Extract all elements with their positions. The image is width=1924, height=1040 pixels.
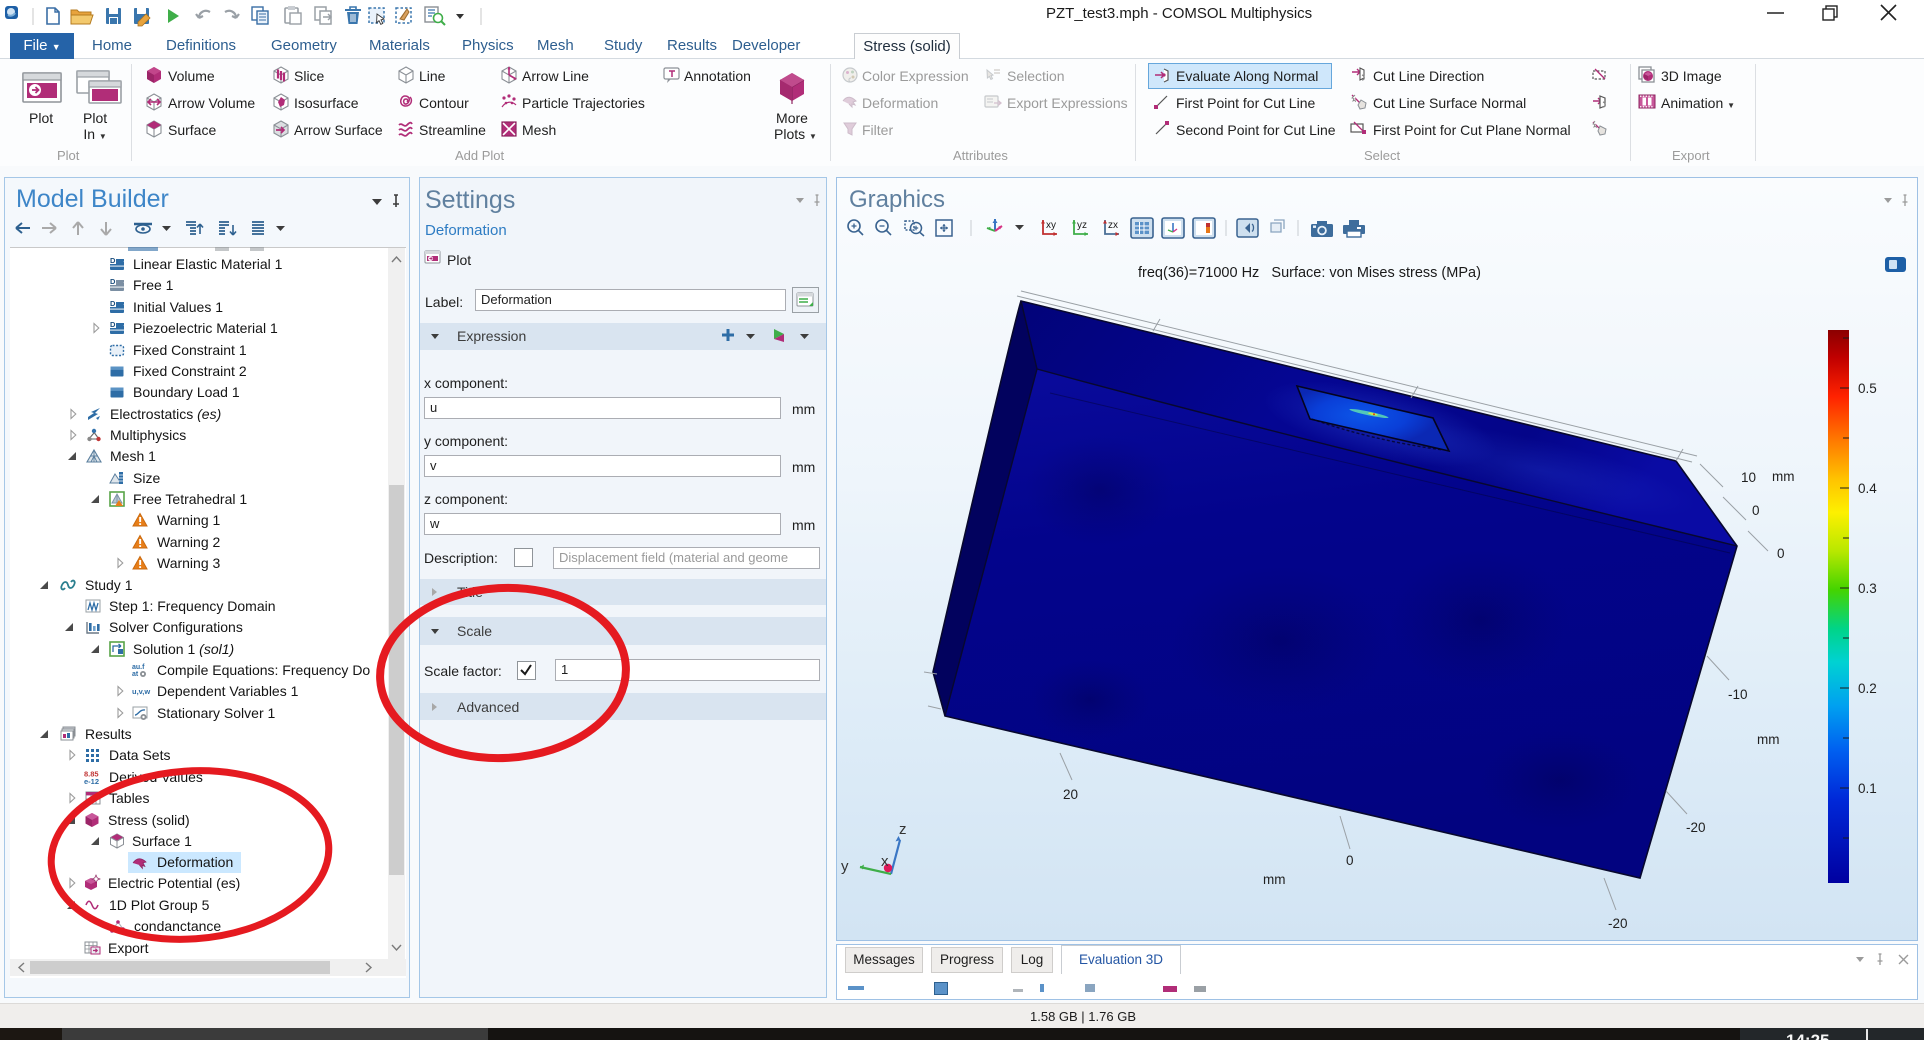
svg-text:0: 0 [1752, 503, 1760, 518]
svg-text:20: 20 [1063, 787, 1078, 802]
svg-text:0.2: 0.2 [1858, 681, 1877, 696]
svg-text:0.4: 0.4 [1858, 481, 1877, 496]
svg-text:-20: -20 [1686, 820, 1706, 835]
svg-text:-20: -20 [1608, 916, 1628, 931]
svg-text:x: x [881, 853, 889, 870]
svg-text:0: 0 [1346, 853, 1354, 868]
svg-text:0.3: 0.3 [1858, 581, 1877, 596]
svg-text:mm: mm [1757, 732, 1780, 747]
svg-text:0: 0 [1777, 546, 1785, 561]
svg-text:mm: mm [1263, 872, 1286, 887]
svg-text:y: y [841, 858, 849, 875]
svg-text:0.5: 0.5 [1858, 381, 1877, 396]
svg-text:mm: mm [1772, 469, 1795, 484]
svg-text:0.1: 0.1 [1858, 781, 1877, 796]
svg-text:10: 10 [1741, 470, 1756, 485]
svg-text:-10: -10 [1728, 687, 1748, 702]
svg-text:z: z [899, 821, 907, 838]
